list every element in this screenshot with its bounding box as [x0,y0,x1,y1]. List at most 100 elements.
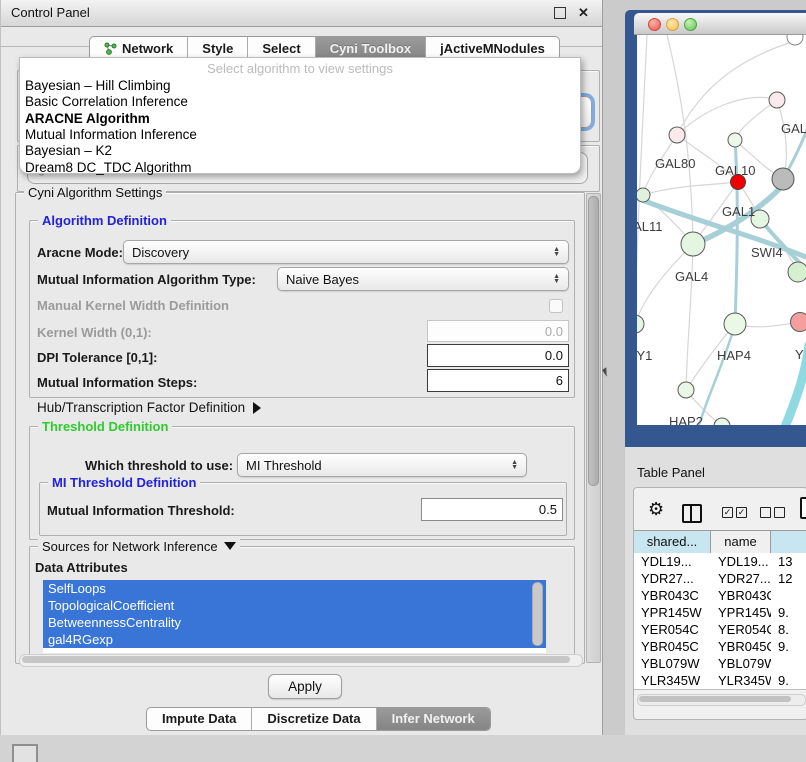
close-icon[interactable]: ✕ [577,6,590,19]
mi-steps-field[interactable]: 6 [427,369,569,392]
table-row[interactable]: YPR145WYPR145W9. [634,604,806,621]
mi-threshold-field[interactable]: 0.5 [421,498,563,521]
network-view-window[interactable]: GALGAL80GAL10GAL1GAL11SWI4GAL4GCY1HAP4YH… [625,10,806,447]
scrollbar-thumb[interactable] [22,656,570,663]
network-node-hap2[interactable] [678,382,694,398]
control-panel-titlebar[interactable]: Control Panel ✕ [1,0,602,27]
network-node-gal4[interactable] [681,232,705,256]
table-row[interactable]: YBR045CYBR045C9. [634,638,806,655]
column-header-shared-name[interactable]: shared... [634,531,711,554]
attribute-list-item[interactable]: BetweennessCentrality [43,614,546,631]
table-row[interactable]: YLR345WYLR345W9. [634,672,806,689]
table-cell[interactable] [771,587,806,604]
network-node-hap4[interactable] [724,313,746,335]
column-header-partial[interactable] [771,531,806,554]
settings-horizontal-scrollbar[interactable] [19,654,583,667]
aracne-mode-combobox[interactable]: Discovery ▲▼ [123,240,569,264]
popup-item[interactable]: ARACNE Algorithm [25,111,150,126]
network-node-gal80[interactable] [669,127,685,143]
table-cell[interactable]: 9. [771,672,806,689]
table-cell[interactable]: 13 [771,553,806,570]
network-node-gal[interactable] [769,92,785,108]
network-node-gcy1[interactable] [637,315,644,333]
network-canvas[interactable]: GALGAL80GAL10GAL1GAL11SWI4GAL4GCY1HAP4YH… [637,35,806,425]
zoom-traffic-light-icon[interactable] [684,18,697,31]
apply-button[interactable]: Apply [268,674,342,699]
table-cell[interactable]: YDR27... [634,570,711,587]
columns-icon[interactable] [682,504,702,523]
table-cell[interactable]: YBR045C [634,638,711,655]
table-cell[interactable]: YBR045C [711,638,771,655]
mi-type-combobox[interactable]: Naive Bayes ▲▼ [277,267,569,291]
close-traffic-light-icon[interactable] [648,18,661,31]
manual-kernel-checkbox[interactable] [549,299,563,313]
popup-item[interactable]: Bayesian – K2 [25,143,112,158]
column-header-name[interactable]: name [711,531,771,554]
network-window-titlebar[interactable] [634,13,806,35]
table-cell[interactable]: YBL079W [634,655,711,672]
attribute-list-item[interactable]: SelfLoops [43,580,546,597]
tab-discretize-data[interactable]: Discretize Data [252,708,376,730]
table-row[interactable]: YDR27...YDR27...12 [634,570,806,587]
network-node[interactable] [787,35,803,45]
table-cell[interactable]: 9. [771,638,806,655]
table-cell[interactable]: YBR043C [634,587,711,604]
popup-item[interactable]: Dream8 DC_TDC Algorithm [25,160,192,175]
table-cell[interactable]: YDR27... [711,570,771,587]
table-cell[interactable]: 9. [771,604,806,621]
network-node[interactable] [772,168,794,190]
network-node-gal11[interactable] [637,188,650,202]
table-body[interactable]: YDL19...YDL19...13YDR27...YDR27...12YBR0… [634,553,806,690]
table-horizontal-scrollbar[interactable] [637,694,806,706]
minimized-panel-icon[interactable] [12,744,38,762]
table-row[interactable]: YIL052CYIL052C9. [634,689,806,690]
kernel-width-field[interactable]: 0.0 [427,320,569,342]
settings-vertical-scrollbar[interactable] [586,193,601,663]
select-all-checkboxes-icon[interactable]: ✓✓ [722,504,748,518]
table-cell[interactable] [771,655,806,672]
popup-item[interactable]: Basic Correlation Inference [25,94,188,109]
data-attributes-list[interactable]: SelfLoopsTopologicalCoefficientBetweenne… [43,580,546,653]
gear-icon[interactable]: ⚙ [648,499,664,520]
sources-title[interactable]: Sources for Network Inference [38,539,240,554]
table-row[interactable]: YER054CYER054C8. [634,621,806,638]
table-cell[interactable]: YER054C [634,621,711,638]
popup-item[interactable]: Mutual Information Inference [25,127,197,142]
float-window-icon[interactable] [554,7,566,19]
table-row[interactable]: YDL19...YDL19...13 [634,553,806,570]
minimize-traffic-light-icon[interactable] [666,18,679,31]
scrollbar-thumb[interactable] [639,696,791,702]
table-cell[interactable]: YIL052C [634,689,711,690]
table-cell[interactable]: YBR043C [711,587,771,604]
popup-item[interactable]: Bayesian – Hill Climbing [25,78,171,93]
document-icon[interactable] [800,497,806,519]
attribute-list-item[interactable]: TopologicalCoefficient [43,597,546,614]
dpi-tolerance-field[interactable]: 0.0 [427,344,569,367]
deselect-all-checkboxes-icon[interactable] [760,504,786,518]
table-row[interactable]: YBL079WYBL079W [634,655,806,672]
table-cell[interactable]: 12 [771,570,806,587]
table-cell[interactable]: YIL052C [711,689,771,690]
table-cell[interactable]: YDL19... [634,553,711,570]
network-node[interactable] [714,418,730,425]
expand-right-icon[interactable] [253,402,261,414]
table-cell[interactable]: 8. [771,621,806,638]
table-cell[interactable]: YBL079W [711,655,771,672]
network-node-y[interactable] [791,313,806,332]
which-threshold-combobox[interactable]: MI Threshold ▲▼ [237,453,527,477]
attribute-list-item[interactable]: gal4RGexp [43,631,546,648]
table-cell[interactable]: YPR145W [634,604,711,621]
table-row[interactable]: YBR043CYBR043C [634,587,806,604]
collapse-down-icon[interactable] [224,542,236,550]
scrollbar-thumb[interactable] [588,196,599,486]
table-cell[interactable]: YER054C [711,621,771,638]
tab-impute-data[interactable]: Impute Data [147,708,252,730]
table-cell[interactable]: YDL19... [711,553,771,570]
table-cell[interactable]: YLR345W [634,672,711,689]
table-cell[interactable]: YPR145W [711,604,771,621]
network-node-gal10[interactable] [728,133,742,147]
network-node[interactable] [788,262,806,282]
attribute-list-scrollbar[interactable] [532,582,543,646]
tab-infer-network[interactable]: Infer Network [377,708,490,730]
table-cell[interactable]: YLR345W [711,672,771,689]
